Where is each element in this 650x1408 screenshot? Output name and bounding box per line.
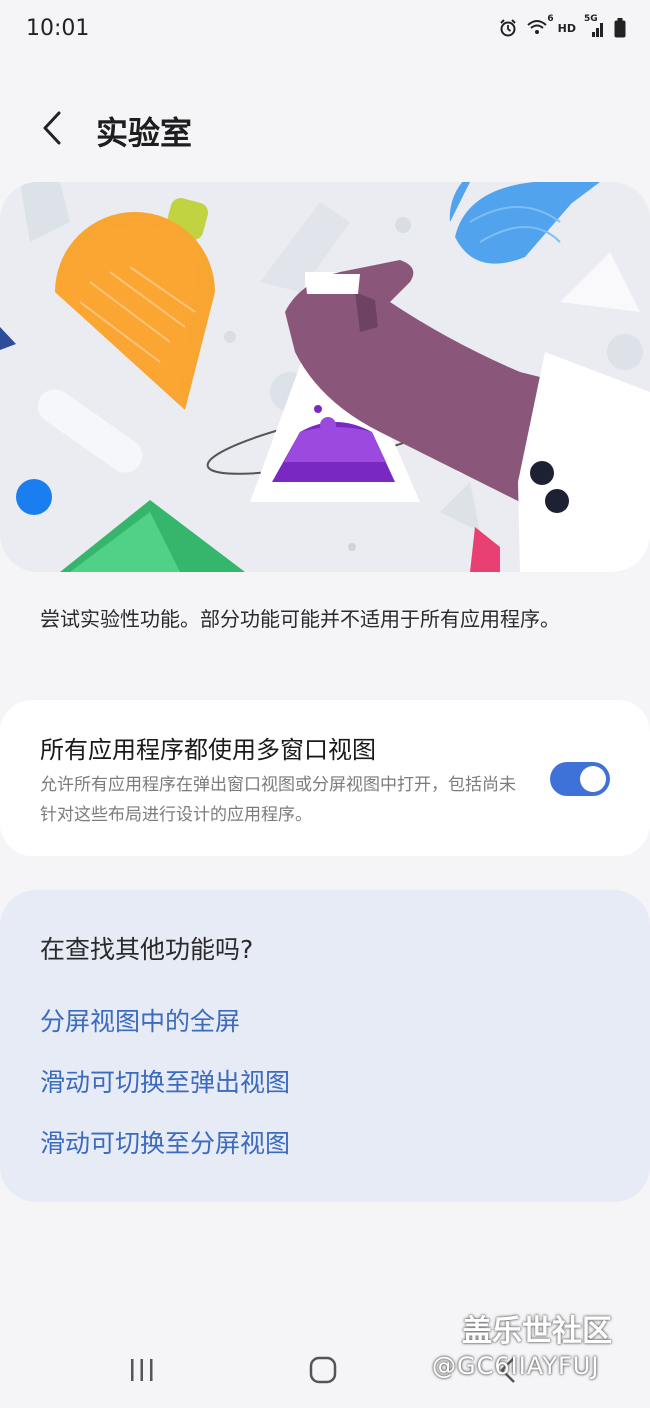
back-arrow-icon bbox=[43, 111, 61, 145]
signal-icon: 5G bbox=[584, 14, 606, 38]
more-features-title: 在查找其他功能吗? bbox=[40, 935, 254, 964]
link-swipe-popup-view[interactable]: 滑动可切换至弹出视图 bbox=[40, 1063, 290, 1099]
wifi-icon: 6 bbox=[526, 14, 554, 38]
recent-apps-icon bbox=[131, 1359, 153, 1381]
status-time: 10:01 bbox=[26, 16, 90, 41]
status-bar: 10:01 6 HD 5G bbox=[0, 0, 650, 62]
alarm-icon bbox=[499, 19, 516, 37]
recent-apps-button[interactable] bbox=[112, 1350, 172, 1390]
page-title: 实验室 bbox=[96, 114, 193, 152]
multi-window-toggle[interactable] bbox=[550, 762, 610, 796]
setting-title: 所有应用程序都使用多窗口视图 bbox=[40, 736, 376, 764]
labs-illustration bbox=[0, 182, 650, 572]
multi-window-setting[interactable]: 所有应用程序都使用多窗口视图 允许所有应用程序在弹出窗口视图或分屏视图中打开，包… bbox=[0, 700, 650, 856]
watermark-site: 盖乐世社区 bbox=[462, 1314, 612, 1349]
lab-flask-illustration bbox=[0, 182, 650, 572]
labs-description: 尝试实验性功能。部分功能可能并不适用于所有应用程序。 bbox=[40, 607, 560, 631]
wifi-badge: 6 bbox=[547, 14, 554, 24]
home-icon bbox=[309, 1356, 337, 1384]
hd-indicator: HD bbox=[557, 21, 576, 35]
battery-icon bbox=[614, 18, 626, 38]
setting-description: 允许所有应用程序在弹出窗口视图或分屏视图中打开，包括尚未针对这些布局进行设计的应… bbox=[40, 775, 516, 825]
more-features-card: 在查找其他功能吗? 分屏视图中的全屏 滑动可切换至弹出视图 滑动可切换至分屏视图 bbox=[0, 890, 650, 1202]
toggle-knob bbox=[580, 766, 606, 792]
back-button[interactable] bbox=[30, 106, 74, 150]
status-icons: 6 HD 5G bbox=[498, 14, 626, 38]
home-button[interactable] bbox=[293, 1350, 353, 1390]
app-header: 实验室 bbox=[0, 96, 650, 166]
watermark-user: @GC6IIAYFUJ bbox=[432, 1352, 600, 1380]
link-swipe-split-view[interactable]: 滑动可切换至分屏视图 bbox=[40, 1124, 290, 1160]
link-fullscreen-split-view[interactable]: 分屏视图中的全屏 bbox=[40, 1002, 240, 1038]
